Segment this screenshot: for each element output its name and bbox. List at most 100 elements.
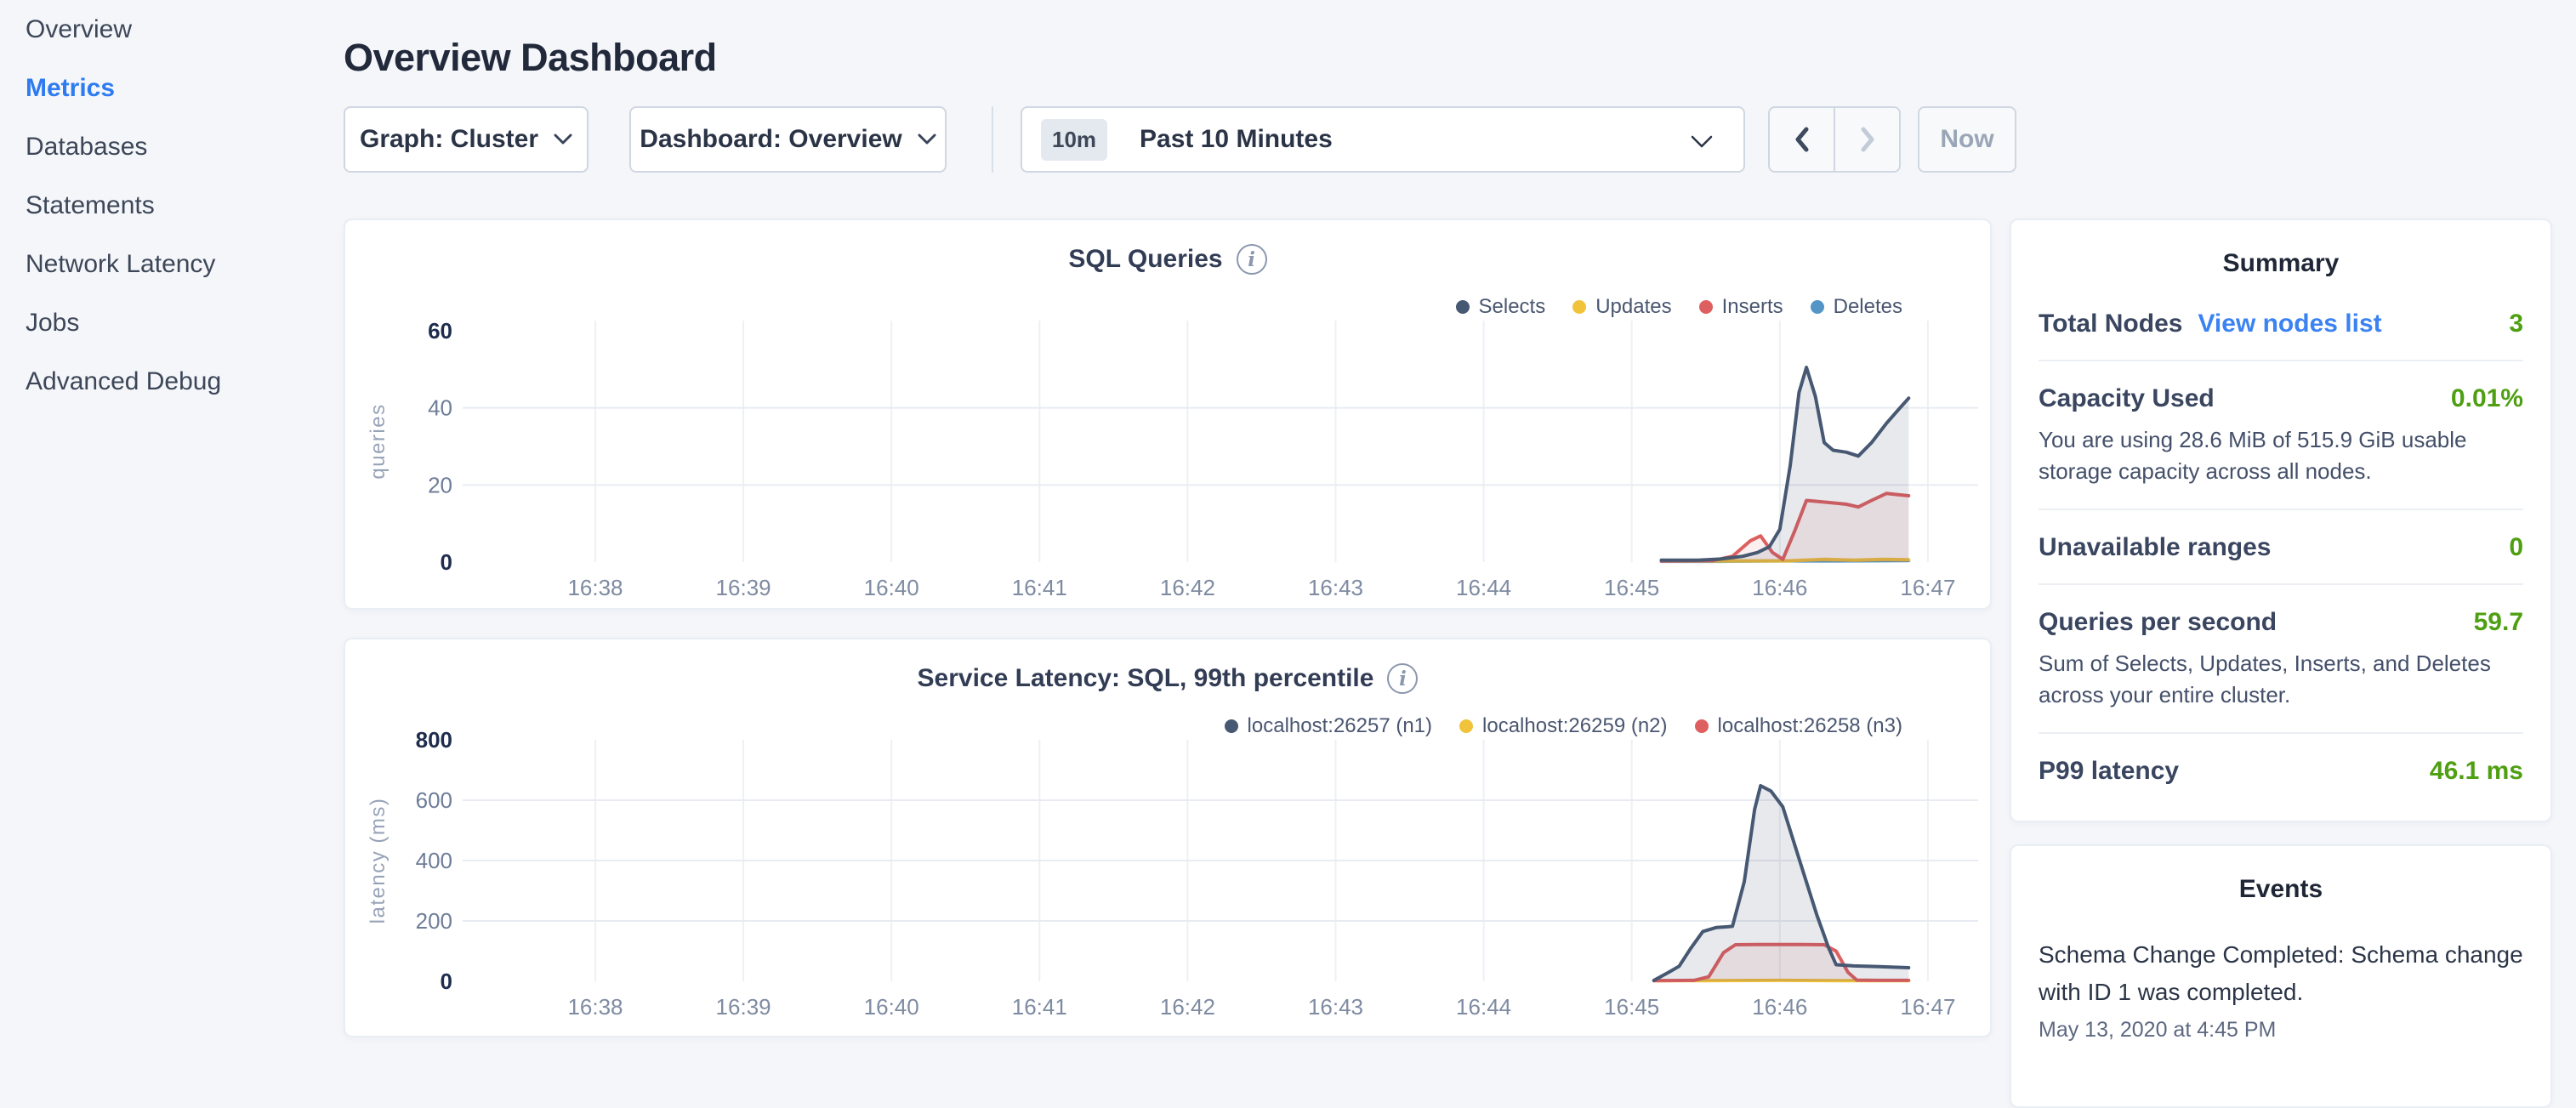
legend-dot [1225, 719, 1238, 733]
summary-row-description: You are using 28.6 MiB of 515.9 GiB usab… [2039, 424, 2523, 487]
sidebar-item-metrics[interactable]: Metrics [0, 59, 333, 117]
events-title: Events [2039, 875, 2523, 904]
summary-row-value: 0 [2509, 533, 2523, 562]
y-tick-label: 800 [416, 727, 452, 753]
legend-item: Inserts [1699, 295, 1783, 319]
y-axis-title: latency (ms) [367, 798, 390, 924]
y-axis-title: queries [367, 403, 390, 479]
legend-dot [1699, 300, 1713, 314]
service-latency-chart-card: Service Latency: SQL, 99th percentile i … [344, 638, 1992, 1037]
time-prev-button[interactable] [1770, 108, 1834, 171]
y-tick-label: 40 [428, 395, 452, 421]
summary-row-label: Total Nodes [2039, 310, 2182, 338]
summary-title: Summary [2039, 249, 2523, 278]
graph-dropdown[interactable]: Graph: Cluster [344, 106, 589, 173]
sidebar-item-advanced-debug[interactable]: Advanced Debug [0, 352, 333, 411]
x-tick-label: 16:43 [1308, 575, 1363, 600]
sql-queries-chart-card: SQL Queries i Selects Updates Inserts Delet… [344, 219, 1992, 610]
x-tick-label: 16:47 [1900, 994, 1955, 1020]
summary-row: Total Nodes View nodes list 3 [2039, 287, 2523, 361]
controls-divider [992, 106, 993, 173]
legend-dot [1572, 300, 1586, 314]
summary-row-label: Queries per second [2039, 608, 2277, 637]
chevron-down-icon [554, 134, 572, 145]
x-tick-label: 16:47 [1900, 575, 1955, 600]
x-tick-label: 16:46 [1752, 575, 1807, 600]
summary-row-label: Capacity Used [2039, 384, 2215, 413]
chart-legend: localhost:26257 (n1) localhost:26259 (n2)… [1225, 714, 1902, 738]
legend-dot [1811, 300, 1824, 314]
dashboard-dropdown[interactable]: Dashboard: Overview [629, 106, 947, 173]
chevron-down-icon [918, 134, 936, 145]
sidebar: OverviewMetricsDatabasesStatementsNetwor… [0, 0, 333, 1051]
sidebar-item-databases[interactable]: Databases [0, 117, 333, 176]
chart-plot[interactable]: 16:3816:3916:4016:4116:4216:4316:4416:45… [345, 639, 1990, 1036]
y-tick-label: 0 [441, 969, 452, 994]
view-nodes-link[interactable]: View nodes list [2198, 310, 2381, 338]
y-tick-label: 0 [441, 549, 452, 575]
x-tick-label: 16:42 [1160, 994, 1215, 1020]
x-tick-label: 16:40 [864, 994, 919, 1020]
chart-legend: Selects Updates Inserts Deletes [1456, 295, 1903, 319]
now-button[interactable]: Now [1918, 106, 2016, 173]
x-tick-label: 16:46 [1752, 994, 1807, 1020]
event-text: Schema Change Completed: Schema change w… [2039, 936, 2523, 1011]
legend-dot [1456, 300, 1470, 314]
sidebar-item-overview[interactable]: Overview [0, 0, 333, 59]
summary-row-description: Sum of Selects, Updates, Inserts, and De… [2039, 648, 2523, 711]
legend-label: Deletes [1834, 295, 1902, 319]
series-fill-selects [1662, 367, 1909, 562]
x-tick-label: 16:45 [1604, 575, 1659, 600]
legend-item: Selects [1456, 295, 1546, 319]
controls-bar: Graph: Cluster Dashboard: Overview 10m P… [344, 106, 2016, 173]
summary-row-value: 0.01% [2451, 384, 2523, 413]
x-tick-label: 16:42 [1160, 575, 1215, 600]
chevron-right-icon [1859, 127, 1876, 152]
chevron-left-icon [1794, 127, 1811, 152]
x-tick-label: 16:41 [1012, 994, 1067, 1020]
summary-row-value: 3 [2509, 310, 2523, 338]
legend-label: Selects [1479, 295, 1546, 319]
legend-dot [1695, 719, 1709, 733]
legend-item: localhost:26259 (n2) [1459, 714, 1667, 738]
chart-plot[interactable]: 16:3816:3916:4016:4116:4216:4316:4416:45… [345, 220, 1990, 608]
x-tick-label: 16:45 [1604, 994, 1659, 1020]
time-step-buttons [1768, 106, 1901, 173]
y-tick-label: 20 [428, 472, 452, 497]
summary-row-value: 59.7 [2474, 608, 2523, 637]
summary-row: Unavailable ranges 0 [2039, 510, 2523, 585]
legend-label: Inserts [1722, 295, 1783, 319]
sidebar-item-statements[interactable]: Statements [0, 176, 333, 235]
series-fill-localhost-26257-n1- [1654, 786, 1909, 981]
legend-label: localhost:26259 (n2) [1482, 714, 1667, 738]
time-next-button[interactable] [1834, 108, 1899, 171]
y-tick-label: 60 [428, 318, 452, 344]
x-tick-label: 16:44 [1456, 994, 1511, 1020]
legend-label: Updates [1595, 295, 1671, 319]
summary-row: Capacity Used 0.01% You are using 28.6 MiB… [2039, 361, 2523, 510]
summary-row-label: Unavailable ranges [2039, 533, 2271, 562]
legend-item: localhost:26257 (n1) [1225, 714, 1432, 738]
legend-label: localhost:26257 (n1) [1248, 714, 1432, 738]
x-tick-label: 16:44 [1456, 575, 1511, 600]
info-icon[interactable]: i [1237, 244, 1267, 275]
summary-panel: Summary Total Nodes View nodes list 3 Capac… [2010, 219, 2552, 822]
legend-item: localhost:26258 (n3) [1695, 714, 1902, 738]
summary-row: Queries per second 59.7 Sum of Selects, Up… [2039, 585, 2523, 734]
chart-title: SQL Queries [1068, 245, 1222, 274]
time-range-badge: 10m [1041, 119, 1107, 161]
x-tick-label: 16:38 [567, 994, 623, 1020]
summary-row-label: P99 latency [2039, 757, 2179, 786]
y-tick-label: 600 [416, 787, 452, 813]
sidebar-item-network-latency[interactable]: Network Latency [0, 235, 333, 293]
info-icon[interactable]: i [1387, 663, 1418, 694]
y-tick-label: 200 [416, 908, 452, 934]
event-timestamp: May 13, 2020 at 4:45 PM [2039, 1018, 2523, 1043]
summary-row-value: 46.1 ms [2430, 757, 2523, 786]
time-range-dropdown[interactable]: 10m Past 10 Minutes [1021, 106, 1745, 173]
page-title: Overview Dashboard [344, 36, 717, 80]
graph-dropdown-label: Graph: Cluster [360, 125, 538, 154]
sidebar-item-jobs[interactable]: Jobs [0, 293, 333, 352]
legend-dot [1459, 719, 1473, 733]
x-tick-label: 16:38 [567, 575, 623, 600]
